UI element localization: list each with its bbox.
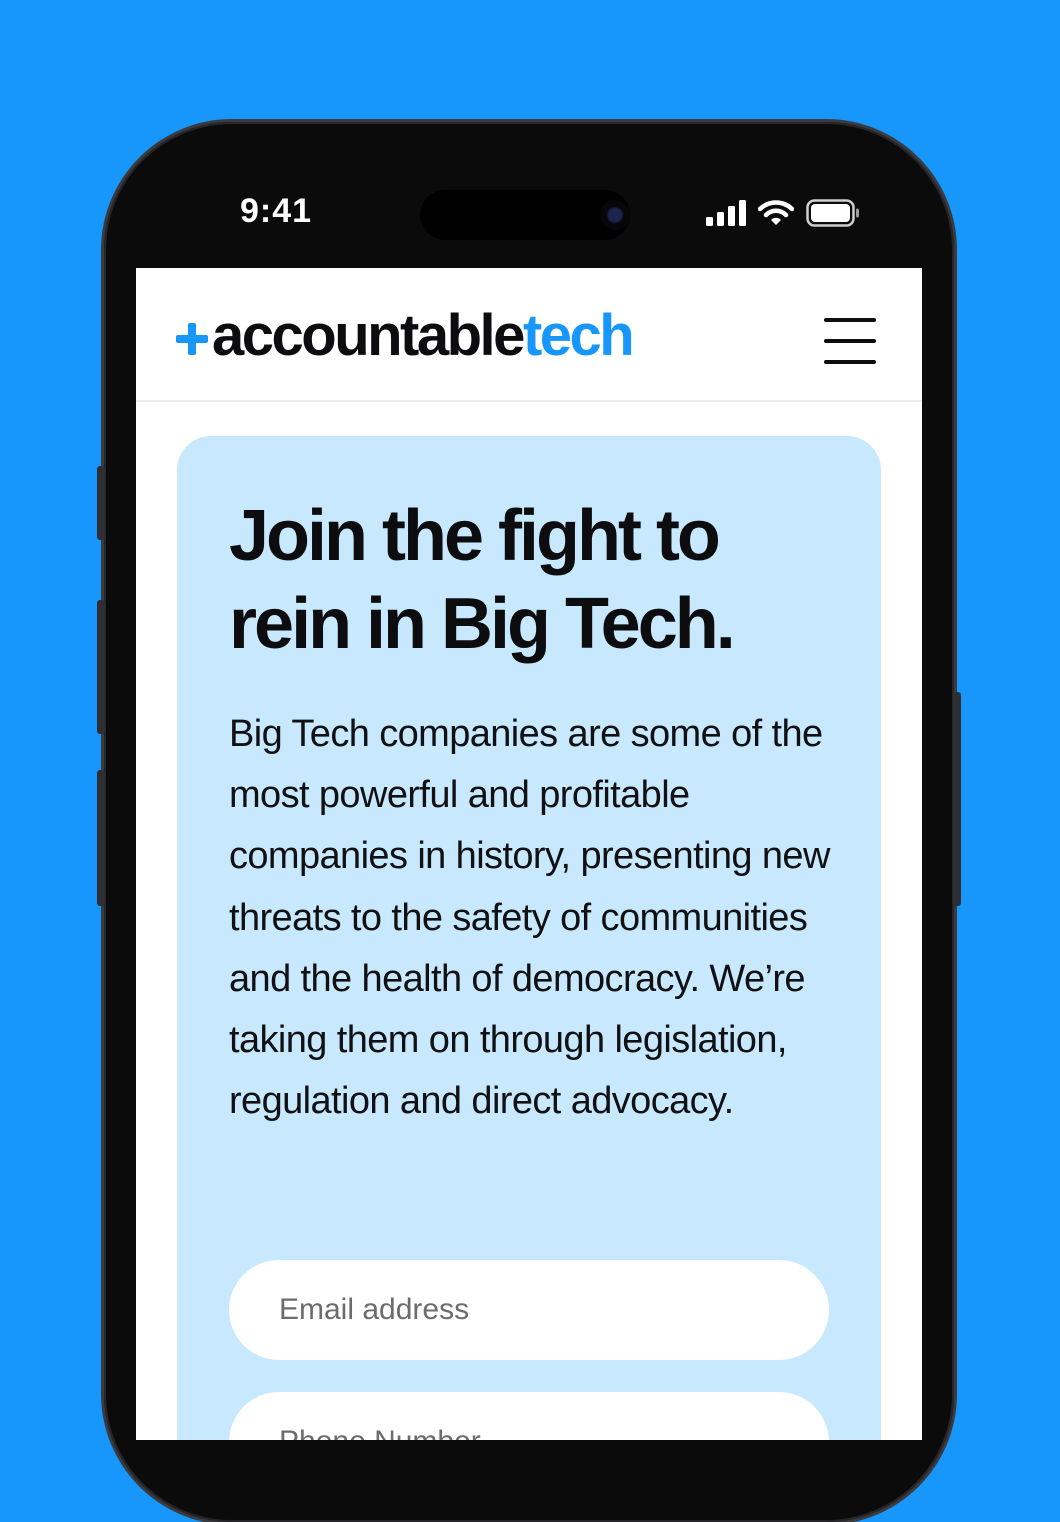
volume-down-button bbox=[97, 770, 105, 906]
hamburger-menu-icon[interactable] bbox=[824, 318, 876, 366]
hero-title-line-1: Join the fight to bbox=[229, 496, 721, 576]
plus-icon bbox=[176, 323, 208, 355]
volume-up-button bbox=[97, 600, 105, 734]
hero-title: Join the fight to rein in Big Tech. bbox=[229, 492, 849, 668]
signup-card: Join the fight to rein in Big Tech. Big … bbox=[177, 436, 881, 1440]
hero-title-line-2: rein in Big Tech. bbox=[229, 584, 736, 664]
dynamic-island bbox=[420, 190, 630, 240]
logo-text-accent: tech bbox=[522, 303, 635, 368]
menu-bar-middle bbox=[824, 339, 876, 343]
phone-number-field[interactable] bbox=[229, 1392, 829, 1440]
power-button bbox=[953, 692, 961, 906]
logo-text-dark: accountable bbox=[212, 303, 525, 368]
action-button bbox=[97, 466, 105, 540]
status-time: 9:41 bbox=[240, 192, 313, 230]
menu-bar-top bbox=[824, 318, 876, 322]
site-header: accountabletech bbox=[136, 268, 922, 402]
hero-description: Big Tech companies are some of the most … bbox=[229, 713, 830, 1123]
status-icons bbox=[706, 197, 860, 229]
logo-wordmark: accountabletech bbox=[212, 303, 635, 368]
battery-icon bbox=[806, 199, 859, 227]
wifi-icon bbox=[758, 200, 794, 225]
cellular-signal-icon bbox=[706, 200, 746, 226]
app-screen: accountabletech Join the fight to rein i… bbox=[136, 268, 922, 1440]
status-bar: 9:41 bbox=[136, 150, 922, 268]
accountabletech-logo[interactable]: accountabletech bbox=[176, 303, 635, 368]
front-camera bbox=[600, 200, 630, 230]
menu-bar-bottom bbox=[824, 360, 876, 364]
email-field[interactable] bbox=[229, 1260, 829, 1360]
